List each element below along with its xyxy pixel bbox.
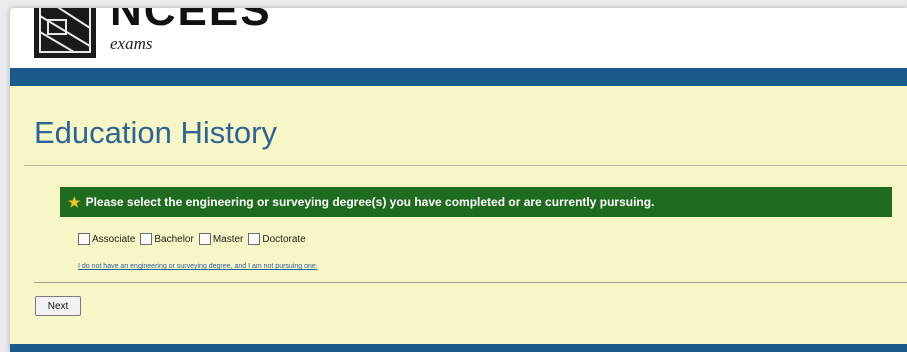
browser-page: NCEES exams Education History ★ Please s… bbox=[10, 8, 907, 352]
brand-subtitle: exams bbox=[110, 34, 153, 53]
associate-label: Associate bbox=[92, 233, 136, 245]
degree-options: Associate Bachelor Master Doctorate bbox=[78, 233, 311, 245]
master-checkbox[interactable] bbox=[198, 233, 211, 245]
instruction-text: Please select the engineering or surveyi… bbox=[85, 195, 655, 209]
footer-bar bbox=[10, 344, 907, 352]
doctorate-label: Doctorate bbox=[262, 233, 306, 245]
next-button[interactable]: Next bbox=[35, 296, 81, 316]
brand-name: NCEES bbox=[110, 8, 272, 35]
site-header: NCEES exams bbox=[10, 8, 907, 68]
no-degree-link[interactable]: I do not have an engineering or surveyin… bbox=[78, 263, 318, 270]
degree-doctorate-option[interactable]: Doctorate bbox=[248, 233, 306, 245]
degree-bachelor-option[interactable]: Bachelor bbox=[140, 233, 194, 245]
content-divider bbox=[34, 282, 907, 283]
ncees-logo-icon bbox=[34, 8, 96, 58]
doctorate-checkbox[interactable] bbox=[248, 233, 261, 245]
degree-master-option[interactable]: Master bbox=[198, 233, 244, 245]
header-bar bbox=[10, 68, 907, 86]
associate-checkbox[interactable] bbox=[78, 233, 90, 245]
master-label: Master bbox=[212, 233, 244, 245]
degree-associate-option[interactable]: Associate bbox=[78, 233, 135, 245]
instruction-banner: ★ Please select the engineering or surve… bbox=[60, 187, 892, 217]
bachelor-checkbox[interactable] bbox=[140, 233, 153, 245]
bachelor-label: Bachelor bbox=[154, 233, 194, 245]
page-title: Education History bbox=[34, 115, 277, 150]
main-content: Education History ★ Please select the en… bbox=[10, 86, 907, 344]
title-divider bbox=[24, 165, 907, 166]
star-icon: ★ bbox=[68, 193, 81, 210]
